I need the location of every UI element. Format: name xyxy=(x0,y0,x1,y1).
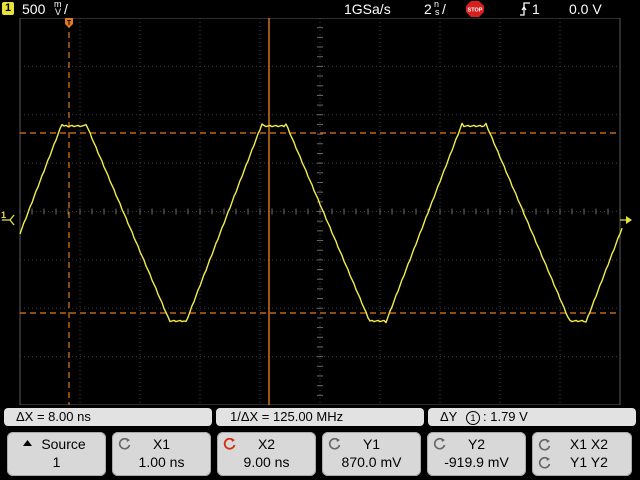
channel-1-circle-icon: 1 xyxy=(466,411,480,425)
run-state-label: STOP xyxy=(468,8,483,14)
rising-edge-trigger-icon xyxy=(520,2,530,16)
volts-per-div-value: 500 xyxy=(22,1,46,17)
y2-softkey[interactable]: Y2 -919.9 mV xyxy=(427,432,526,476)
y1-softkey[interactable]: Y1 870.0 mV xyxy=(322,432,421,476)
x1-softkey[interactable]: X1 1.00 ns xyxy=(112,432,211,476)
delta-y-readout: ΔY 1 : 1.79 V xyxy=(428,408,636,426)
time-slash: / xyxy=(442,1,446,17)
cursor-readout-bar: ΔX = 8.00 ns 1/ΔX = 125.00 MHz ΔY 1 : 1.… xyxy=(0,406,640,428)
svg-text:T: T xyxy=(67,20,72,27)
cursor-link-softkey[interactable]: X1 X2 Y1 Y2 xyxy=(532,432,632,476)
time-per-div-value: 2 xyxy=(424,1,432,17)
trigger-source: 1 xyxy=(532,1,540,17)
volts-unit-bottom: V xyxy=(55,7,62,17)
status-bar: 1 500 m V / 1GSa/s 2 n s / STOP 1 0.0 V xyxy=(0,0,640,18)
source-softkey[interactable]: Source 1 xyxy=(7,432,106,476)
time-unit-bottom: s xyxy=(435,7,440,17)
channel-1-ground-marker[interactable]: 1 xyxy=(1,210,15,226)
volts-slash: / xyxy=(64,1,68,17)
graticule xyxy=(19,18,621,405)
svg-text:1: 1 xyxy=(1,210,6,220)
stop-icon[interactable]: STOP xyxy=(466,1,484,17)
waveform-display[interactable]: T 1 xyxy=(0,18,640,405)
x2-softkey[interactable]: X2 9.00 ns xyxy=(217,432,316,476)
channel-1-badge[interactable]: 1 xyxy=(2,2,14,15)
trigger-level: 0.0 V xyxy=(569,1,602,17)
inverse-delta-x-readout: 1/ΔX = 125.00 MHz xyxy=(216,408,424,426)
softkey-bar: Source 1 X1 1.00 ns X2 9.00 ns Y1 870.0 … xyxy=(0,430,640,480)
sample-rate: 1GSa/s xyxy=(344,1,391,17)
delta-x-readout: ΔX = 8.00 ns xyxy=(4,408,212,426)
